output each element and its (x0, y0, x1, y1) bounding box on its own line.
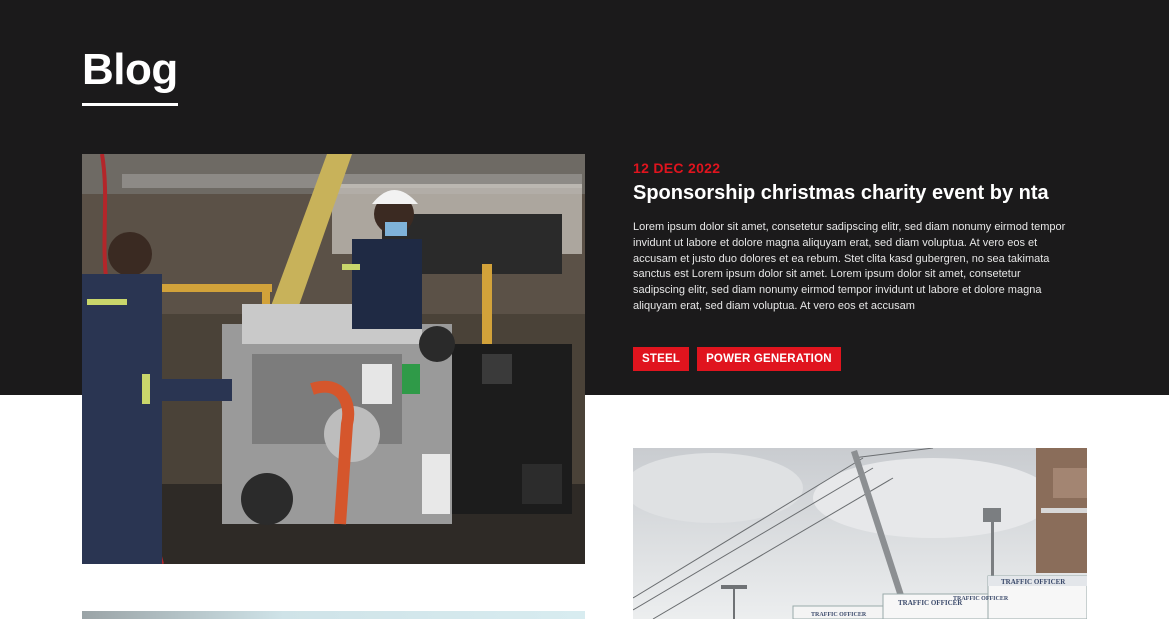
post-excerpt: Lorem ipsum dolor sit amet, consetetur s… (633, 221, 1066, 312)
sign-3: TRAFFIC OFFICER (1001, 578, 1066, 586)
page-title: Blog (82, 45, 178, 94)
third-post-image[interactable] (82, 611, 585, 619)
second-post-image[interactable]: TRAFFIC OFFICER TRAFFIC OFFICER TRAFFIC … (633, 448, 1087, 619)
post-title[interactable]: Sponsorship christmas charity event by n… (633, 180, 1113, 206)
tag-steel[interactable]: STEEL (633, 347, 690, 371)
engine-workshop-photo (82, 154, 585, 564)
sign-4: TRAFFIC OFFICER (953, 596, 1009, 602)
traffic-office-street-photo: TRAFFIC OFFICER TRAFFIC OFFICER TRAFFIC … (633, 448, 1087, 619)
title-underline (82, 103, 178, 106)
sign-1: TRAFFIC OFFICER (811, 612, 867, 618)
tag-power-generation[interactable]: POWER GENERATION (697, 347, 841, 371)
featured-post-image[interactable] (82, 154, 585, 564)
post-date: 12 DEC 2022 (633, 160, 721, 176)
post-tags: STEEL POWER GENERATION (633, 347, 841, 371)
